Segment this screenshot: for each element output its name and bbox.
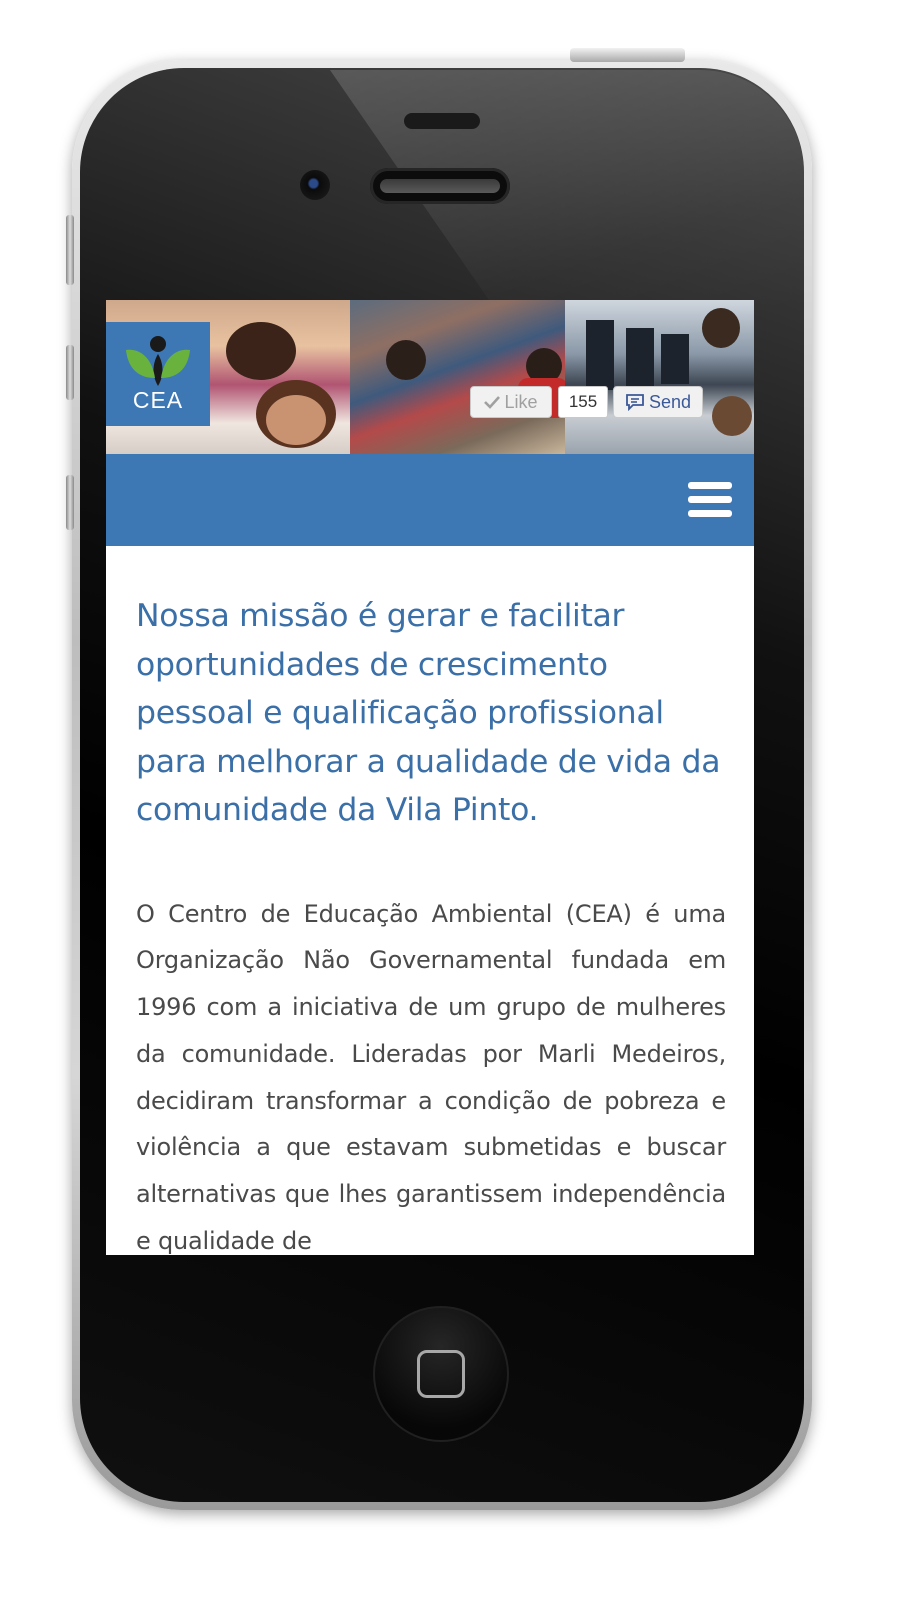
banner-photo-detail: [266, 395, 326, 445]
site-logo[interactable]: CEA: [106, 322, 210, 426]
phone-screen: CEA Like 155 Send Nossa missão é gerar e…: [106, 300, 754, 1255]
banner-photo-detail: [586, 320, 614, 390]
main-content: Nossa missão é gerar e facilitar oportun…: [136, 592, 726, 1255]
power-button[interactable]: [570, 48, 685, 62]
facebook-like-button[interactable]: Like: [470, 386, 552, 418]
volume-up-button[interactable]: [66, 345, 74, 400]
home-button[interactable]: [373, 1306, 509, 1442]
logo-text: CEA: [132, 387, 184, 413]
banner-photo-detail: [661, 334, 689, 384]
mute-switch[interactable]: [66, 215, 74, 285]
checkmark-icon: [484, 395, 501, 409]
menu-bar: [688, 510, 732, 517]
mission-statement: Nossa missão é gerar e facilitar oportun…: [136, 598, 721, 828]
front-camera-icon: [300, 170, 330, 200]
menu-bar: [688, 496, 732, 503]
banner-photo-detail: [386, 340, 426, 380]
speech-bubble-icon: [625, 393, 645, 411]
hamburger-menu-icon[interactable]: [688, 482, 732, 518]
about-paragraph: O Centro de Educação Ambiental (CEA) é u…: [136, 899, 726, 1256]
header-banner: CEA Like 155 Send: [106, 300, 754, 454]
like-count: 155: [558, 386, 608, 418]
sensor-slot: [404, 113, 480, 129]
banner-photo-detail: [702, 308, 740, 348]
banner-photo-detail: [626, 328, 654, 388]
volume-down-button[interactable]: [66, 475, 74, 530]
send-label: Send: [648, 391, 692, 412]
like-label: Like: [504, 391, 538, 412]
earpiece-speaker-icon: [370, 168, 510, 204]
navigation-bar: [106, 454, 754, 546]
banner-photo-detail: [226, 322, 296, 380]
banner-photo-detail: [712, 396, 752, 436]
leaf-person-logo-icon: [126, 336, 190, 386]
facebook-send-button[interactable]: Send: [613, 386, 703, 418]
menu-bar: [688, 482, 732, 489]
home-button-icon: [417, 1350, 465, 1398]
